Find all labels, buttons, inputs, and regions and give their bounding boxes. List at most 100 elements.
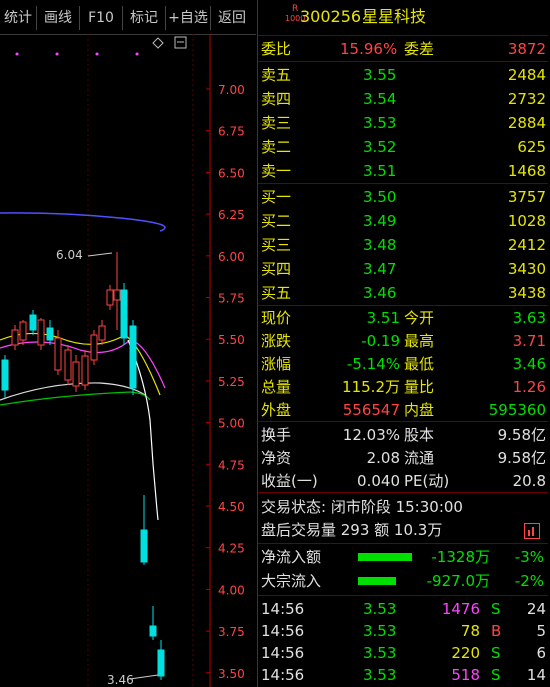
ask-volume: 2732 xyxy=(507,90,546,108)
bid-price: 3.50 xyxy=(363,188,397,206)
ask-row: 卖五 3.55 2484 xyxy=(258,64,548,86)
quote-value: 595360 xyxy=(488,401,546,419)
price-tick-label: 3.50 xyxy=(218,667,245,681)
diamond-icon xyxy=(152,37,164,49)
quote-value: 1.26 xyxy=(512,378,546,396)
quote-row: 总量 115.2万 量比 1.26 xyxy=(258,376,548,398)
bid-row: 买四 3.47 3430 xyxy=(258,258,548,280)
price-tick-label: 5.00 xyxy=(218,417,245,431)
chart-icon[interactable] xyxy=(524,523,540,539)
quote-label: 涨幅 xyxy=(261,355,292,373)
candlestick xyxy=(37,319,45,346)
candlestick xyxy=(1,359,9,391)
flow-row: 大宗流入 -927.0万 -2% xyxy=(258,570,548,592)
f10-button[interactable]: F10 xyxy=(80,6,123,30)
bid-price: 3.48 xyxy=(363,236,397,254)
bid-row: 买一 3.50 3757 xyxy=(258,186,548,208)
price-tick-label: 5.50 xyxy=(218,333,245,347)
ask-label: 卖五 xyxy=(261,66,292,84)
ask-label: 卖二 xyxy=(261,138,292,156)
bid-volume: 3757 xyxy=(507,188,546,206)
bid-label: 买一 xyxy=(261,188,292,206)
candlestick xyxy=(98,325,106,341)
bid-price: 3.46 xyxy=(363,284,397,302)
candlestick xyxy=(72,361,80,387)
tick-volume: 220 xyxy=(451,644,480,662)
ask-row: 卖四 3.54 2732 xyxy=(258,88,548,110)
bid-price: 3.49 xyxy=(363,212,397,230)
fundamental-label: PE(动) xyxy=(404,472,450,490)
tick-count: 6 xyxy=(536,644,546,662)
tick-side: S xyxy=(491,600,501,618)
quote-label: 内盘 xyxy=(404,401,435,419)
candlestick xyxy=(11,329,19,346)
tick-price: 3.53 xyxy=(363,600,397,618)
ask-label: 卖三 xyxy=(261,114,292,132)
fundamental-label: 收益(一) xyxy=(261,472,318,490)
bid-label: 买二 xyxy=(261,212,292,230)
fundamental-value: 9.58亿 xyxy=(497,449,546,467)
low-price-label: 3.46 xyxy=(107,673,134,687)
tick-row: 14:56 3.53 78 B 5 xyxy=(258,620,548,642)
draw-line-button[interactable]: 画线 xyxy=(37,6,80,30)
tick-price: 3.53 xyxy=(363,622,397,640)
ask-price: 3.55 xyxy=(363,66,397,84)
flow-row: 净流入额 -1328万 -3% xyxy=(258,546,548,568)
quote-row: 现价 3.51 今开 3.63 xyxy=(258,307,548,329)
fundamental-row: 换手 12.03% 股本 9.58亿 xyxy=(258,424,548,446)
fundamental-label: 净资 xyxy=(261,449,292,467)
price-tick-label: 4.00 xyxy=(218,583,245,597)
kline-chart[interactable]: 7.00 6.75 6.50 6.25 6.00 5.75 5.50 5.25 5.00 4.75… xyxy=(0,34,256,687)
quote-row: 涨跌 -0.19 最高 3.71 xyxy=(258,330,548,352)
tick-time: 14:56 xyxy=(261,666,305,684)
tick-count: 14 xyxy=(526,666,546,684)
bid-label: 买三 xyxy=(261,236,292,254)
flow-label: 净流入额 xyxy=(261,548,322,566)
flow-percent: -3% xyxy=(514,548,544,566)
quote-label: 现价 xyxy=(261,309,292,327)
flow-value: -1328万 xyxy=(431,548,490,566)
fundamental-value: 2.08 xyxy=(366,449,400,467)
quote-value: 556547 xyxy=(342,401,400,419)
price-tick-label: 4.75 xyxy=(218,458,245,472)
tick-volume: 518 xyxy=(451,666,480,684)
candlestick xyxy=(140,529,148,563)
flow-label: 大宗流入 xyxy=(261,572,322,590)
fundamental-label: 流通 xyxy=(404,449,435,467)
after-hours-volume: 盘后交易量 293 额 10.3万 xyxy=(258,519,548,541)
fundamental-value: 20.8 xyxy=(512,472,546,490)
ask-row: 卖一 3.51 1468 xyxy=(258,160,548,182)
stats-button[interactable]: 统计 xyxy=(0,6,37,30)
ask-volume: 625 xyxy=(517,138,546,156)
add-watchlist-button[interactable]: +自选 xyxy=(166,6,211,30)
mark-button[interactable]: 标记 xyxy=(123,6,166,30)
quote-label: 最低 xyxy=(404,355,435,373)
ask-label: 卖一 xyxy=(261,162,292,180)
fundamental-row: 收益(一) 0.040 PE(动) 20.8 xyxy=(258,470,548,492)
candlestick xyxy=(46,327,54,341)
quote-label: 外盘 xyxy=(261,401,292,419)
flow-percent: -2% xyxy=(514,572,544,590)
candlestick xyxy=(81,355,89,386)
quote-label: 总量 xyxy=(261,378,292,396)
quote-row: 外盘 556547 内盘 595360 xyxy=(258,399,548,421)
price-tick-label: 6.25 xyxy=(218,208,245,222)
bid-row: 买三 3.48 2412 xyxy=(258,234,548,256)
price-tick-label: 5.75 xyxy=(218,292,245,306)
quote-value: -0.19 xyxy=(361,332,400,350)
bid-volume: 1028 xyxy=(507,212,546,230)
tick-row: 14:56 3.53 518 S 14 xyxy=(258,664,548,686)
fundamental-label: 股本 xyxy=(404,426,435,444)
candlestick xyxy=(149,625,157,637)
tick-price: 3.53 xyxy=(363,644,397,662)
quote-value: 115.2万 xyxy=(342,378,400,396)
tick-row: 14:56 3.53 220 S 6 xyxy=(258,642,548,664)
bid-label: 买四 xyxy=(261,260,292,278)
fundamental-value: 12.03% xyxy=(342,426,400,444)
tick-row: 14:56 3.53 1476 S 24 xyxy=(258,598,548,620)
price-tick-label: 6.00 xyxy=(218,250,245,264)
candlestick xyxy=(157,649,165,677)
back-button[interactable]: 返回 xyxy=(211,6,253,30)
quote-row: 涨幅 -5.14% 最低 3.46 xyxy=(258,353,548,375)
candlestick xyxy=(120,289,128,339)
